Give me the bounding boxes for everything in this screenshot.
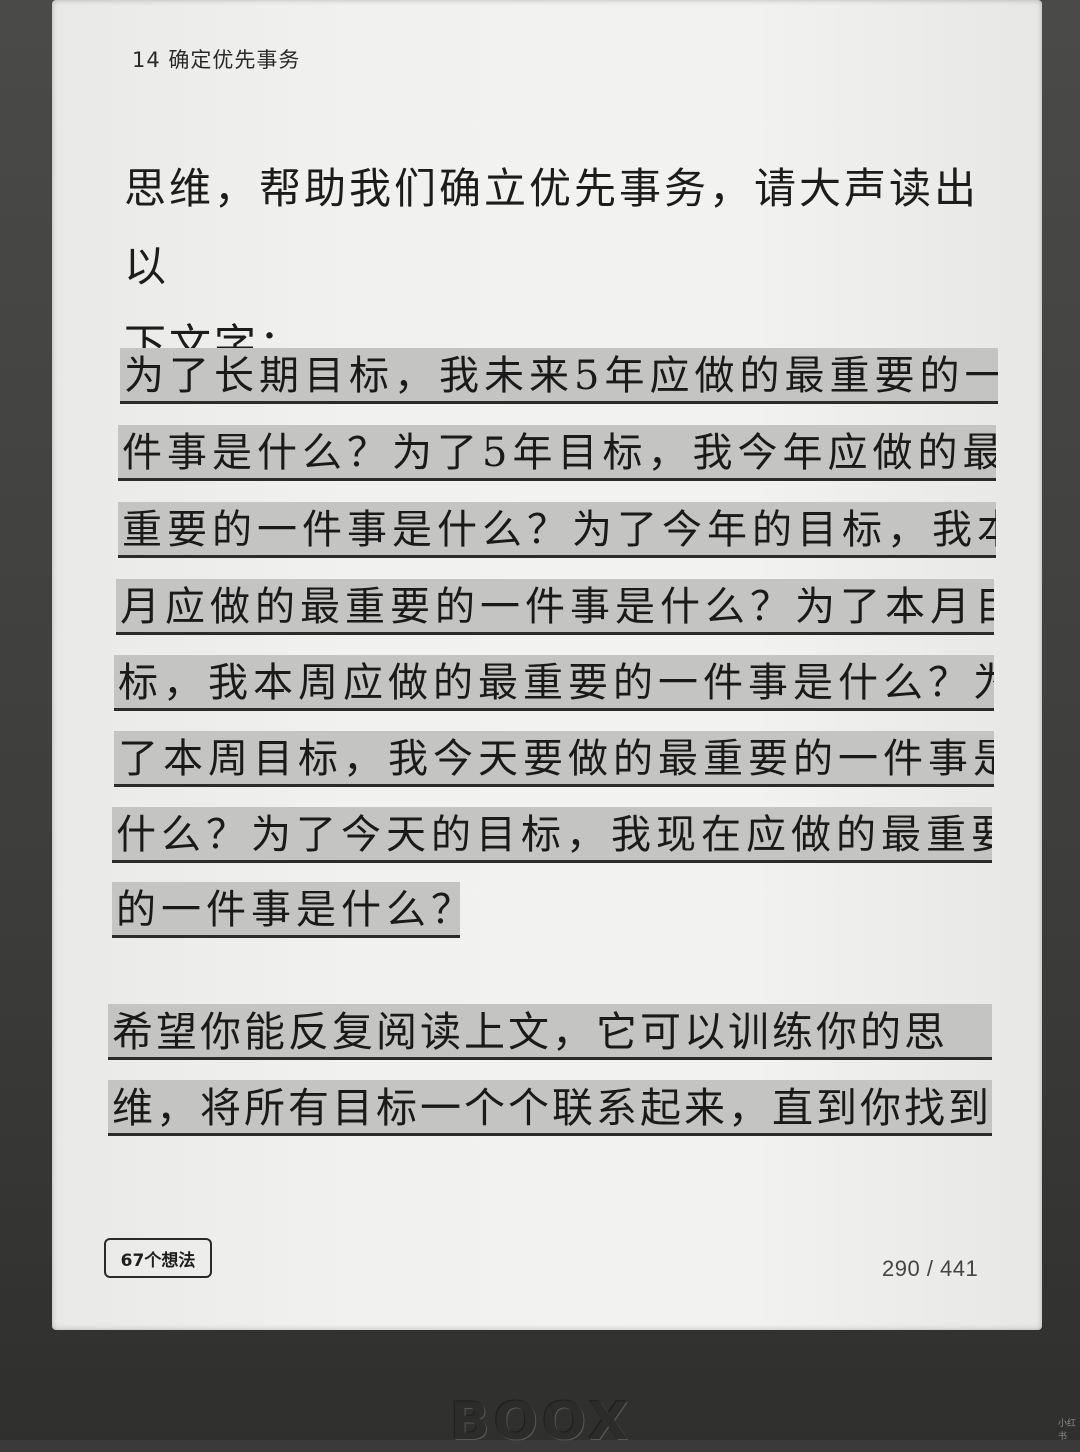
highlight-line[interactable]: 为了长期目标，我未来5年应做的最重要的一 [120, 348, 998, 404]
ideas-button[interactable]: 67个想法 [104, 1238, 212, 1278]
page-indicator: 290 / 441 [882, 1256, 979, 1281]
highlight-line[interactable]: 了本周目标，我今天要做的最重要的一件事是 [114, 731, 994, 787]
watermark: 小红书 [1058, 1419, 1077, 1442]
ereader-device: 14 确定优先事务 思维，帮助我们确立优先事务，请大声读出以 下文字： 为了长期… [0, 0, 1080, 1452]
highlight-line[interactable]: 件事是什么？为了5年目标，我今年应做的最 [118, 425, 996, 481]
highlight-line[interactable]: 维，将所有目标一个个联系起来，直到你找到 [108, 1080, 992, 1136]
highlight-line[interactable]: 标，我本周应做的最重要的一件事是什么？为 [114, 655, 994, 711]
reader-screen[interactable]: 14 确定优先事务 思维，帮助我们确立优先事务，请大声读出以 下文字： 为了长期… [52, 0, 1042, 1330]
brand-logo: BOOX [450, 1392, 633, 1452]
highlight-line[interactable]: 希望你能反复阅读上文，它可以训练你的思 [108, 1004, 992, 1060]
intro-line: 思维，帮助我们确立优先事务，请大声读出以 [124, 164, 980, 291]
highlight-line[interactable]: 什么？为了今天的目标，我现在应做的最重要 [112, 807, 992, 863]
chapter-title: 14 确定优先事务 [132, 48, 301, 72]
highlight-line[interactable]: 月应做的最重要的一件事是什么？为了本月目 [116, 579, 994, 635]
highlight-line[interactable]: 的一件事是什么？ [112, 882, 460, 938]
highlight-line[interactable]: 重要的一件事是什么？为了今年的目标，我本 [118, 502, 996, 558]
